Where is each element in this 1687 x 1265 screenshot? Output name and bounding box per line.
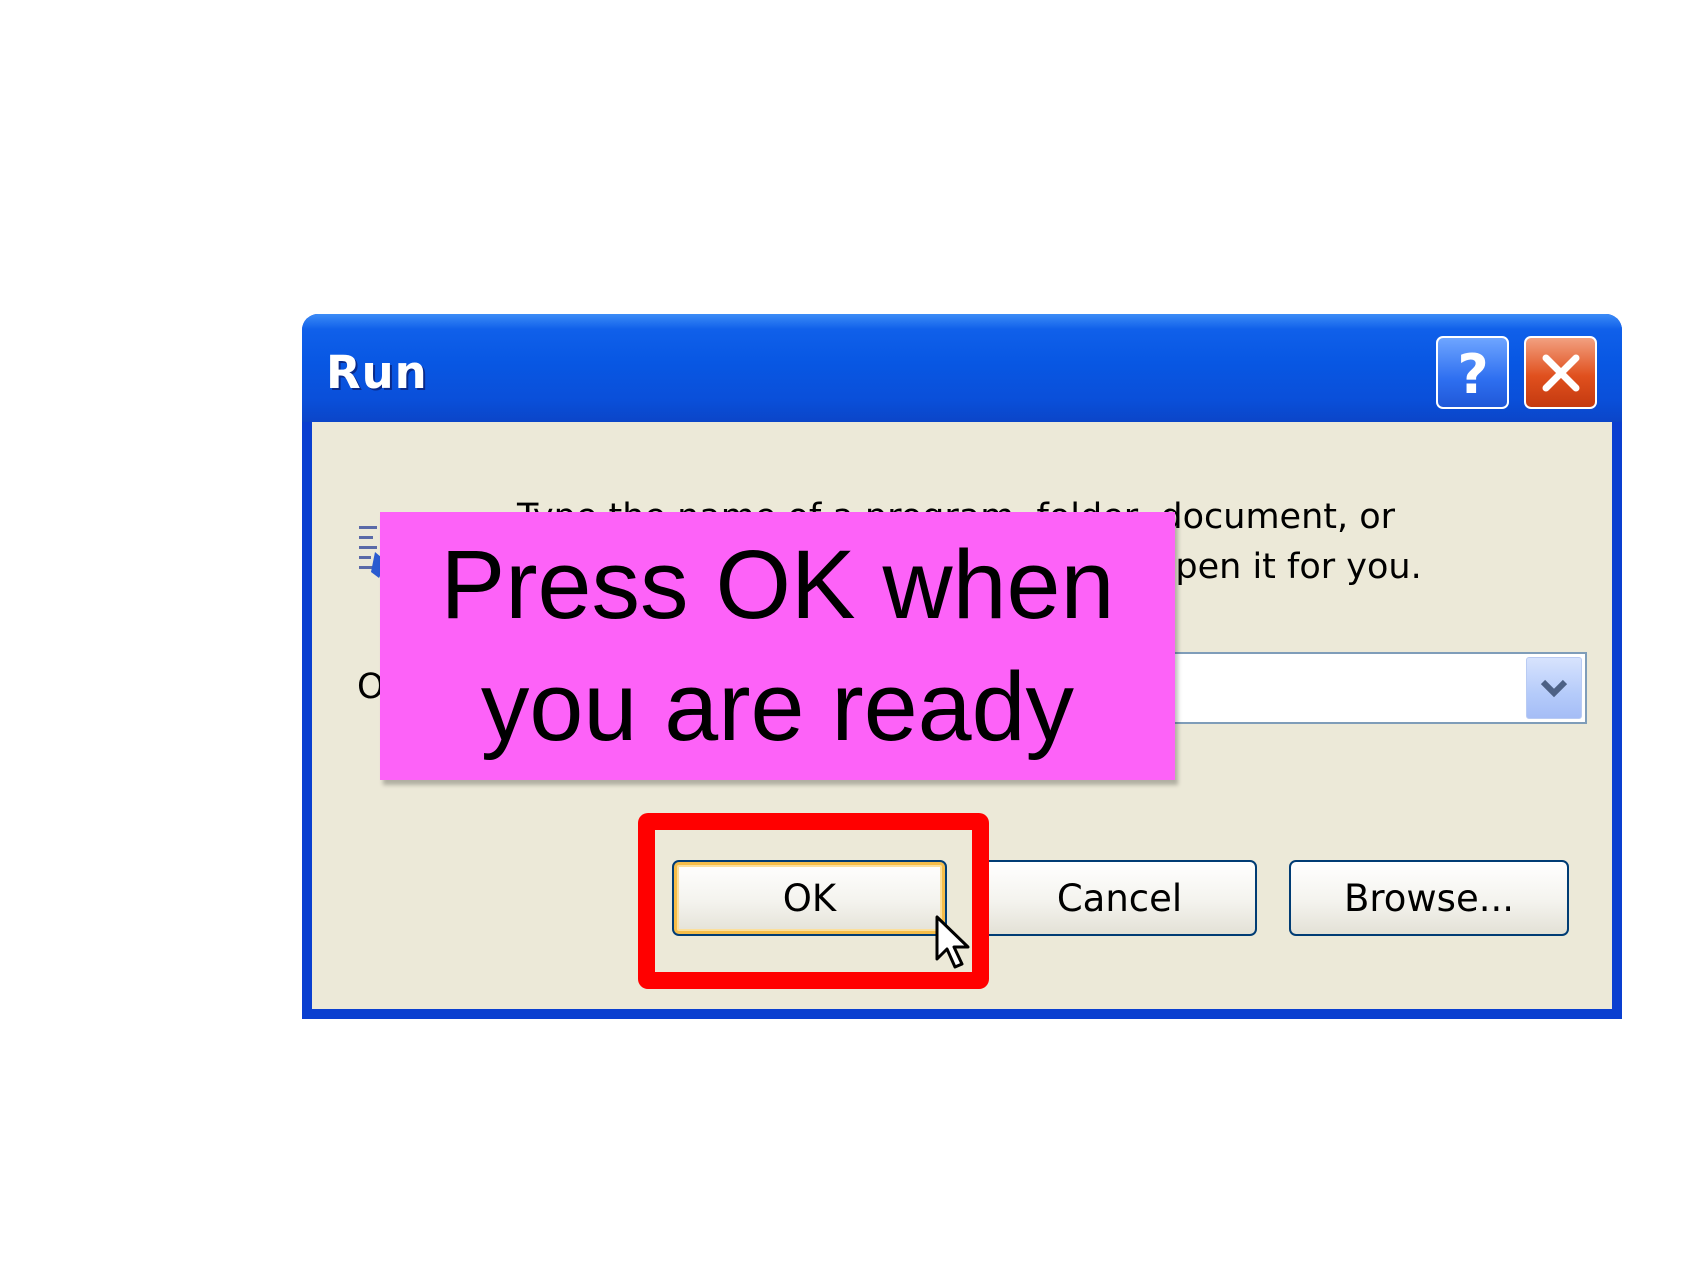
dropdown-button[interactable]: [1526, 657, 1582, 719]
help-icon: ?: [1457, 345, 1488, 401]
cancel-button[interactable]: Cancel: [982, 860, 1257, 936]
close-icon: [1542, 354, 1579, 391]
close-button[interactable]: [1524, 336, 1597, 409]
mouse-cursor-icon: [935, 915, 970, 969]
instruction-callout: Press OK when you are ready: [380, 512, 1175, 780]
window-title: Run: [326, 346, 428, 399]
help-button[interactable]: ?: [1436, 336, 1509, 409]
chevron-down-icon: [1540, 679, 1568, 698]
title-bar[interactable]: Run ?: [302, 314, 1622, 422]
callout-text: Press OK when you are ready: [440, 530, 1115, 761]
svg-text:?: ?: [1457, 345, 1488, 401]
browse-button[interactable]: Browse...: [1289, 860, 1569, 936]
